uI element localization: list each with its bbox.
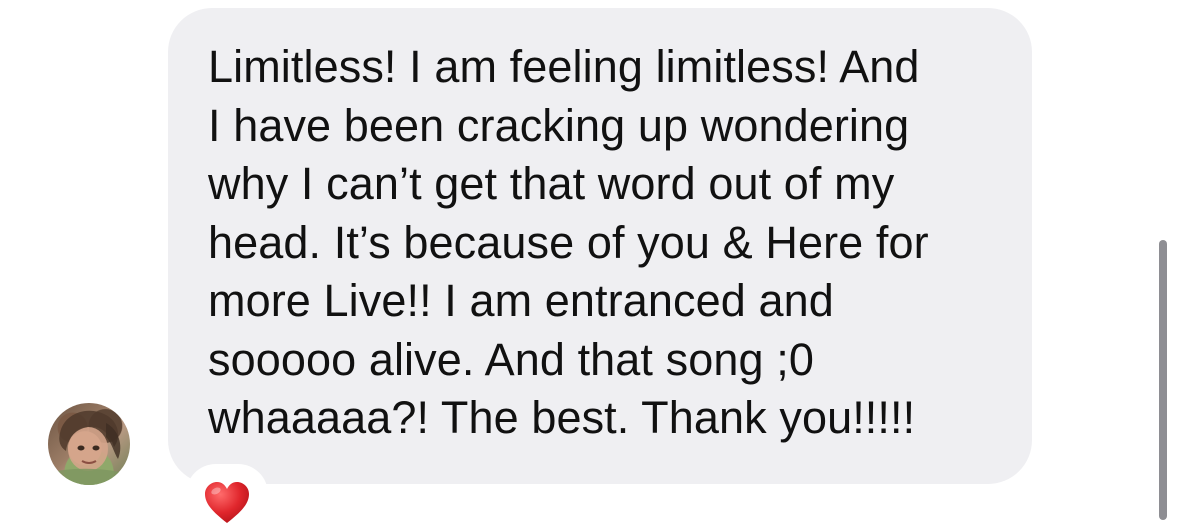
avatar-photo-icon [48,410,130,485]
scrollbar-thumb[interactable] [1159,240,1167,520]
reaction-badge[interactable] [186,464,268,524]
message-line: Limitless! I am feeling limitless! And [208,41,920,92]
message-line: why I can’t get that word out of my [208,158,895,209]
message-line: head. It’s because of you & Here for [208,216,929,268]
message-thread: Limitless! I am feeling limitless! And I… [0,0,1179,524]
message-text: Limitless! I am feeling limitless! And I… [208,38,992,448]
message-line: I have been cracking up wondering [208,99,910,151]
sender-avatar[interactable] [48,403,130,485]
message-bubble[interactable]: Limitless! I am feeling limitless! And I… [168,8,1032,484]
message-line: whaaaaa?! The best. Thank you!!!!! [208,392,916,443]
message-line: sooooo alive. And that song ;0 [208,333,814,385]
message-line: more Live!! I am entranced and [208,275,834,326]
red-heart-icon [205,482,249,523]
